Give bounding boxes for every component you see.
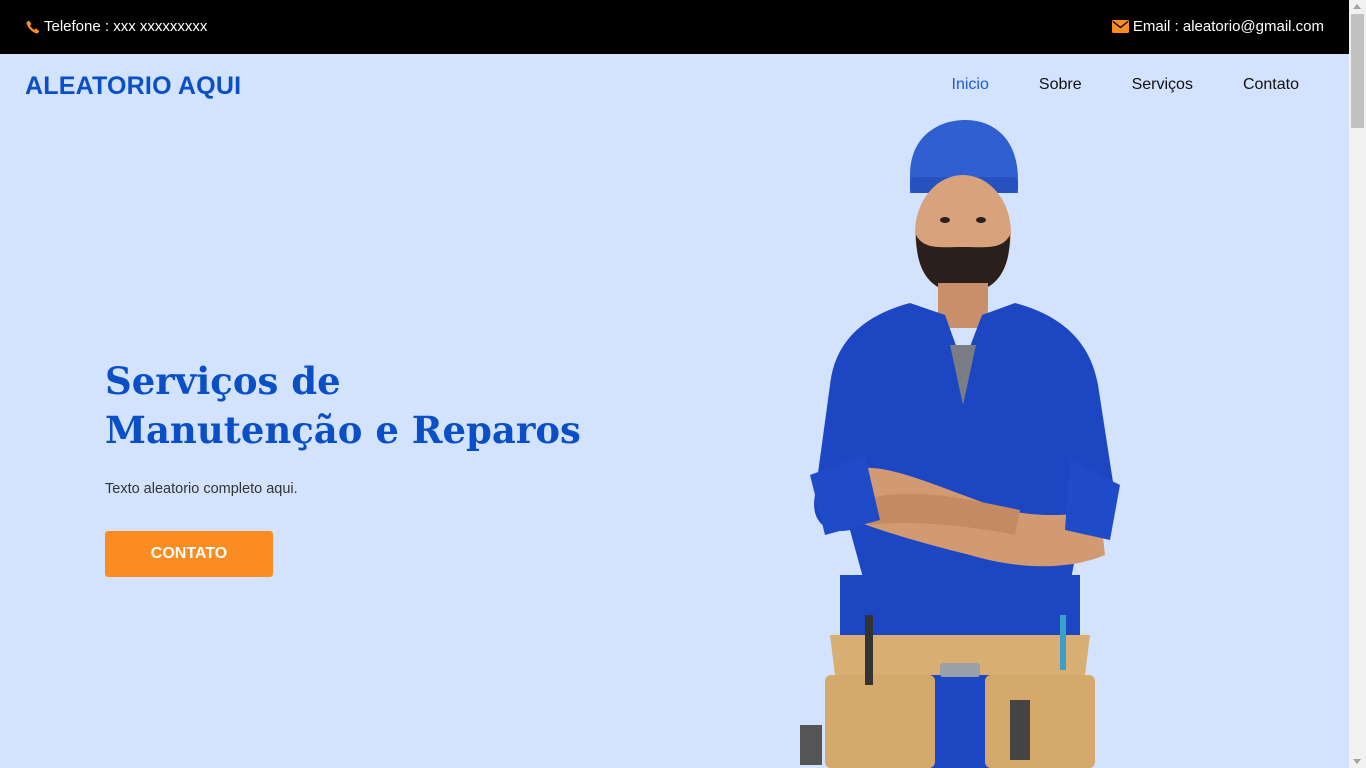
scroll-down-icon[interactable]: [1353, 759, 1361, 764]
brand-logo[interactable]: ALEATORIO AQUI: [25, 72, 241, 101]
envelope-icon: [1111, 20, 1129, 33]
phone-contact: Telefone : xxx xxxxxxxxx: [26, 18, 207, 35]
hero-description: Texto aleatorio completo aqui.: [105, 481, 298, 497]
nav-item-contato[interactable]: Contato: [1243, 76, 1299, 94]
nav-item-sobre[interactable]: Sobre: [1039, 76, 1082, 94]
scrollbar-thumb[interactable]: [1351, 14, 1364, 128]
hero-title: Serviços de Manutenção e Reparos: [105, 357, 585, 455]
nav-item-inicio[interactable]: Inicio: [952, 76, 989, 94]
hero-title-line-1: Serviços de: [105, 359, 341, 403]
worker-photo: [800, 120, 1120, 768]
nav-menu: Inicio Sobre Serviços Contato: [952, 76, 1299, 94]
nav-item-servicos[interactable]: Serviços: [1132, 76, 1193, 94]
page-scrollbar[interactable]: [1349, 0, 1366, 768]
email-text: Email : aleatorio@gmail.com: [1132, 18, 1324, 35]
hero-title-line-2: Manutenção e Reparos: [105, 408, 581, 452]
main-navbar: ALEATORIO AQUI Inicio Sobre Serviços Con…: [0, 54, 1349, 120]
contact-button[interactable]: CONTATO: [105, 531, 273, 577]
phone-text: Telefone : xxx xxxxxxxxx: [44, 18, 208, 35]
email-contact: Email : aleatorio@gmail.com: [1111, 18, 1324, 35]
scroll-up-icon[interactable]: [1353, 4, 1361, 9]
phone-icon: [26, 20, 40, 33]
top-info-bar: Telefone : xxx xxxxxxxxx Email : aleator…: [0, 0, 1349, 54]
